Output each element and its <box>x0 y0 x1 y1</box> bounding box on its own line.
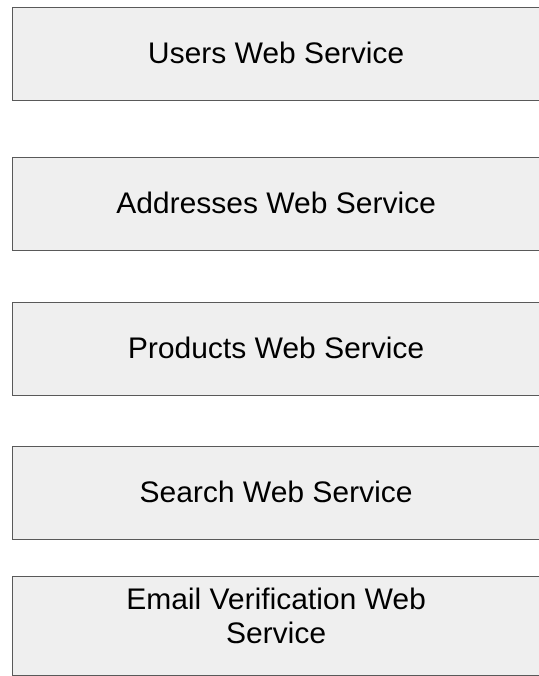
users-web-service-box[interactable]: Users Web Service <box>12 7 539 101</box>
service-label: Search Web Service <box>139 476 413 509</box>
service-label: Addresses Web Service <box>116 187 436 220</box>
products-web-service-box[interactable]: Products Web Service <box>12 302 539 396</box>
addresses-web-service-box[interactable]: Addresses Web Service <box>12 157 539 251</box>
email-verification-web-service-box[interactable]: Email Verification Web Service <box>12 576 539 676</box>
service-label: Email Verification Web Service <box>126 583 426 650</box>
service-label: Users Web Service <box>147 37 405 70</box>
search-web-service-box[interactable]: Search Web Service <box>12 446 539 540</box>
service-label: Products Web Service <box>127 332 425 365</box>
